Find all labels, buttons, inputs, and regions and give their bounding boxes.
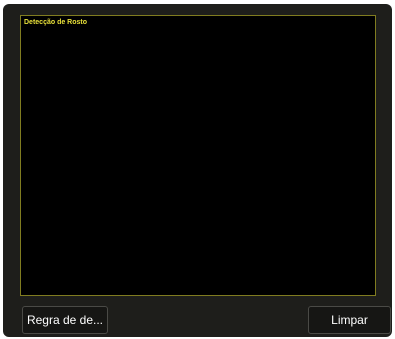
clear-button[interactable]: Limpar — [308, 306, 391, 334]
detection-rule-button[interactable]: Regra de de... — [22, 306, 108, 334]
face-detection-panel: Detecção de Rosto Regra de de... Limpar — [3, 4, 392, 337]
preview-title: Detecção de Rosto — [24, 19, 88, 26]
camera-preview-area[interactable]: Detecção de Rosto — [20, 15, 376, 296]
